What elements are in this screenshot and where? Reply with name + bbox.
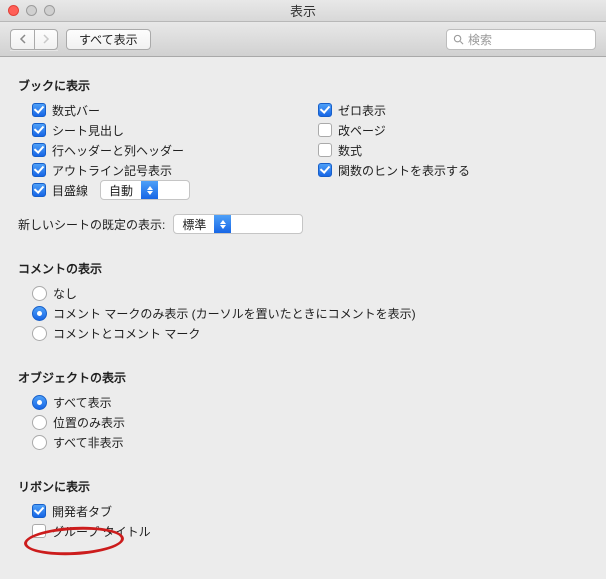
checkbox-icon (32, 143, 46, 157)
checkbox-icon (318, 143, 332, 157)
radio-objects-none[interactable]: すべて非表示 (32, 434, 124, 451)
radio-label: 位置のみ表示 (53, 414, 125, 431)
traffic-lights (8, 5, 55, 16)
checkbox-label: アウトライン記号表示 (52, 162, 172, 179)
checkbox-label: グループ タイトル (52, 523, 151, 540)
checkbox-label: 行ヘッダーと列ヘッダー (52, 142, 184, 159)
titlebar: 表示 (0, 0, 606, 22)
checkbox-gridlines[interactable]: 目盛線 (32, 182, 88, 199)
checkbox-label: 数式バー (52, 102, 100, 119)
section-comments-title: コメントの表示 (18, 260, 588, 277)
checkbox-icon (32, 504, 46, 518)
checkbox-sheet-tabs[interactable]: シート見出し (32, 122, 124, 139)
checkbox-icon (318, 123, 332, 137)
chevron-right-icon (42, 34, 50, 44)
radio-comments-both[interactable]: コメントとコメント マーク (32, 325, 200, 342)
chevron-updown-icon (141, 181, 158, 199)
checkbox-icon (32, 524, 46, 538)
forward-button[interactable] (34, 29, 58, 50)
newsheet-label: 新しいシートの既定の表示: (18, 216, 165, 233)
checkbox-zero-values[interactable]: ゼロ表示 (318, 102, 386, 119)
checkbox-icon (32, 103, 46, 117)
back-button[interactable] (10, 29, 34, 50)
checkbox-formulas[interactable]: 数式 (318, 142, 362, 159)
radio-label: なし (53, 285, 77, 302)
checkbox-icon (318, 103, 332, 117)
radio-icon (32, 435, 47, 450)
minimize-icon (26, 5, 37, 16)
radio-comments-marks-only[interactable]: コメント マークのみ表示 (カーソルを置いたときにコメントを表示) (32, 305, 416, 322)
show-all-button[interactable]: すべて表示 (66, 29, 151, 50)
gridlines-select[interactable]: 自動 (100, 180, 190, 200)
checkbox-icon (32, 123, 46, 137)
checkbox-label: 関数のヒントを表示する (338, 162, 470, 179)
radio-label: コメント マークのみ表示 (カーソルを置いたときにコメントを表示) (53, 305, 416, 322)
checkbox-label: 改ページ (338, 122, 386, 139)
checkbox-developer-tab[interactable]: 開発者タブ (32, 503, 112, 520)
radio-objects-all[interactable]: すべて表示 (32, 394, 112, 411)
select-value: 標準 (174, 216, 214, 233)
radio-icon (32, 326, 47, 341)
newsheet-select[interactable]: 標準 (173, 214, 303, 234)
search-placeholder: 検索 (468, 31, 492, 48)
search-icon (453, 34, 464, 45)
checkbox-icon (32, 183, 46, 197)
radio-label: すべて非表示 (53, 434, 124, 451)
checkbox-outline-symbols[interactable]: アウトライン記号表示 (32, 162, 172, 179)
search-input[interactable]: 検索 (446, 29, 596, 50)
checkbox-label: 開発者タブ (52, 503, 112, 520)
select-value: 自動 (101, 182, 141, 199)
radio-objects-placeholders[interactable]: 位置のみ表示 (32, 414, 125, 431)
checkbox-label: シート見出し (52, 122, 124, 139)
radio-label: コメントとコメント マーク (53, 325, 200, 342)
close-icon[interactable] (8, 5, 19, 16)
checkbox-label: 目盛線 (52, 182, 88, 199)
radio-label: すべて表示 (53, 394, 112, 411)
checkbox-icon (318, 163, 332, 177)
chevron-left-icon (19, 34, 27, 44)
window-title: 表示 (0, 1, 606, 20)
radio-icon (32, 286, 47, 301)
checkbox-group-titles[interactable]: グループ タイトル (32, 523, 151, 540)
chevron-updown-icon (214, 215, 231, 233)
checkbox-formula-bar[interactable]: 数式バー (32, 102, 100, 119)
radio-icon (32, 415, 47, 430)
nav-buttons (10, 29, 58, 50)
checkbox-label: 数式 (338, 142, 362, 159)
radio-icon (32, 306, 47, 321)
toolbar: すべて表示 検索 (0, 22, 606, 57)
radio-comments-none[interactable]: なし (32, 285, 77, 302)
checkbox-icon (32, 163, 46, 177)
section-book-title: ブックに表示 (18, 77, 588, 94)
checkbox-page-breaks[interactable]: 改ページ (318, 122, 386, 139)
radio-icon (32, 395, 47, 410)
checkbox-row-col-headers[interactable]: 行ヘッダーと列ヘッダー (32, 142, 184, 159)
zoom-icon (44, 5, 55, 16)
section-objects-title: オブジェクトの表示 (18, 369, 588, 386)
checkbox-function-tips[interactable]: 関数のヒントを表示する (318, 162, 470, 179)
checkbox-label: ゼロ表示 (338, 102, 386, 119)
section-ribbon-title: リボンに表示 (18, 478, 588, 495)
